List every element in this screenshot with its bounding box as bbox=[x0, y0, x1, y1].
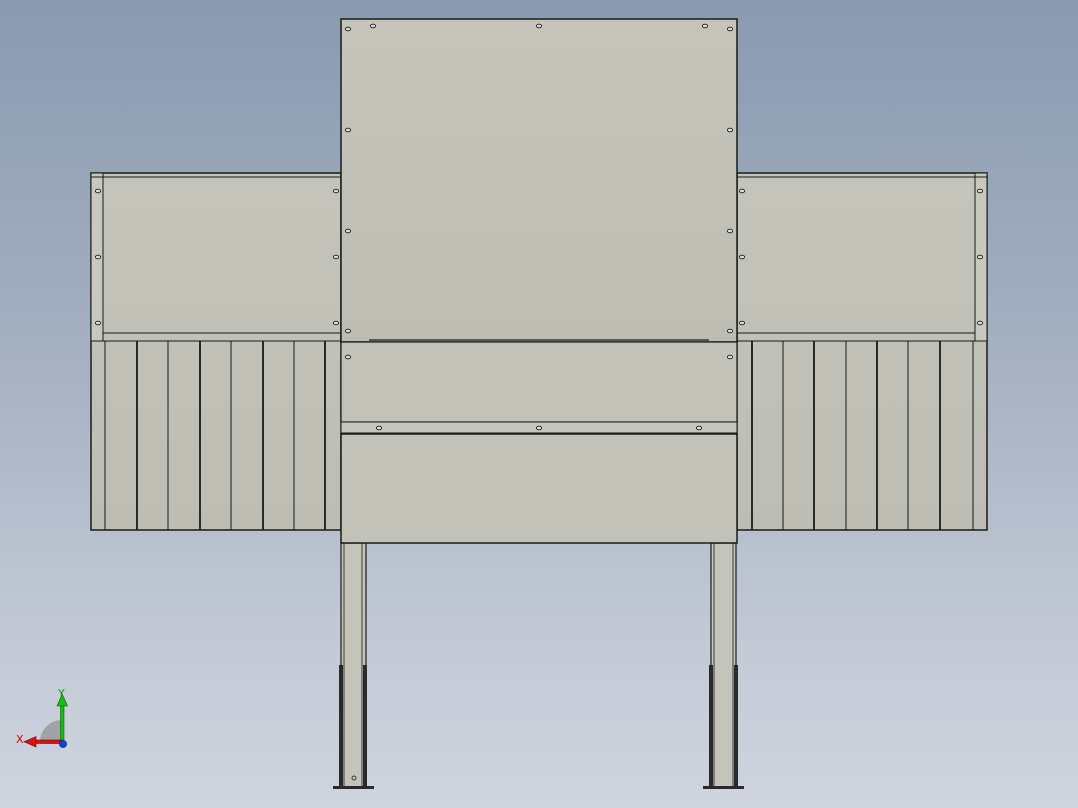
lower-hopper[interactable] bbox=[340, 433, 738, 544]
y-axis-label: Y bbox=[58, 687, 65, 700]
bolt-icon bbox=[738, 254, 746, 260]
bolt-icon bbox=[738, 320, 746, 326]
bolt-icon bbox=[695, 425, 703, 431]
graphics-viewport[interactable]: X Y bbox=[0, 0, 1078, 808]
bolt-icon bbox=[332, 254, 340, 260]
bolt-icon bbox=[344, 127, 352, 133]
right-wing-guard[interactable] bbox=[736, 172, 988, 531]
bolt-icon bbox=[738, 188, 746, 194]
bolt-icon bbox=[976, 188, 984, 194]
bolt-icon bbox=[344, 328, 352, 334]
left-wing-guard[interactable] bbox=[90, 172, 342, 531]
bolt-icon bbox=[344, 26, 352, 32]
bolt-icon bbox=[726, 228, 734, 234]
bolt-icon bbox=[94, 188, 102, 194]
bolt-icon bbox=[344, 228, 352, 234]
bolt-icon bbox=[976, 254, 984, 260]
bolt-icon bbox=[976, 320, 984, 326]
bolt-icon bbox=[726, 354, 734, 360]
bolt-icon bbox=[344, 354, 352, 360]
bolt-icon bbox=[332, 188, 340, 194]
bolt-icon bbox=[375, 425, 383, 431]
bolt-icon bbox=[535, 23, 543, 29]
bolt-icon bbox=[94, 254, 102, 260]
bolt-icon bbox=[726, 26, 734, 32]
bolt-icon bbox=[94, 320, 102, 326]
bolt-icon bbox=[726, 328, 734, 334]
cad-model-drawing[interactable] bbox=[0, 0, 1078, 808]
bolt-icon bbox=[332, 320, 340, 326]
left-leg[interactable] bbox=[333, 542, 374, 789]
x-axis-label: X bbox=[16, 733, 24, 746]
right-leg[interactable] bbox=[703, 542, 744, 789]
bolt-icon bbox=[701, 23, 709, 29]
coordinate-triad: X Y bbox=[10, 684, 80, 754]
bolt-icon bbox=[535, 425, 543, 431]
bolt-icon bbox=[726, 127, 734, 133]
bolt-icon bbox=[369, 23, 377, 29]
